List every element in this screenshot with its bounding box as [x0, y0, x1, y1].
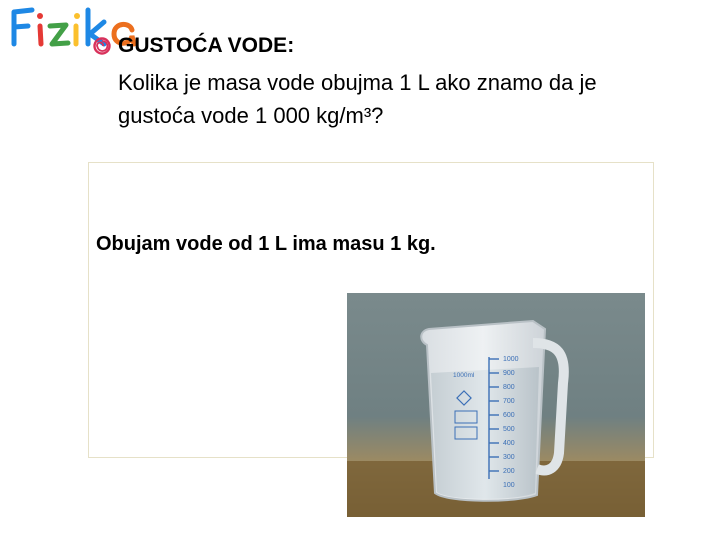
- slide-title: GUSTOĆA VODE:: [118, 34, 295, 57]
- scale-label: 900: [503, 370, 515, 377]
- beaker-photo: 1000 900 800 700 600 500 400 300 200 100…: [347, 293, 645, 517]
- scale-label: 600: [503, 412, 515, 419]
- scale-label: 500: [503, 426, 515, 433]
- scale-label: 200: [503, 468, 515, 475]
- scale-label: 700: [503, 398, 515, 405]
- scale-label: 800: [503, 384, 515, 391]
- question-text: Kolika je masa vode obujma 1 L ako znamo…: [118, 70, 597, 128]
- scale-label: 400: [503, 440, 515, 447]
- spiral-bullet-icon: [93, 37, 111, 55]
- beaker-capacity-label: 1000ml: [453, 372, 475, 379]
- scale-label: 1000: [503, 356, 519, 363]
- scale-label: 300: [503, 454, 515, 461]
- scale-label: 100: [503, 482, 515, 489]
- answer-text: Obujam vode od 1 L ima masu 1 kg.: [96, 233, 436, 255]
